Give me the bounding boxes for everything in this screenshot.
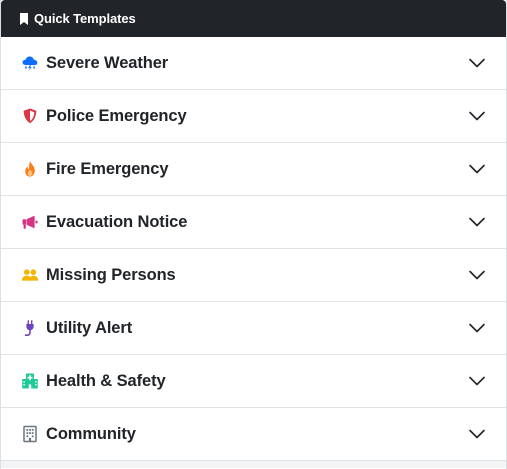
chevron-down-icon[interactable] xyxy=(468,107,486,125)
chevron-down-icon[interactable] xyxy=(468,160,486,178)
storm-cloud-icon xyxy=(21,54,39,72)
plug-icon xyxy=(21,319,39,337)
template-item-severe-weather[interactable]: Severe Weather xyxy=(1,37,506,90)
panel-header: Quick Templates xyxy=(1,0,506,37)
building-icon xyxy=(21,425,39,443)
template-label: Health & Safety xyxy=(46,371,166,390)
fire-icon xyxy=(21,160,39,178)
megaphone-icon xyxy=(21,213,39,231)
chevron-down-icon[interactable] xyxy=(468,54,486,72)
template-item-missing-persons[interactable]: Missing Persons xyxy=(1,249,506,302)
template-item-utility-alert[interactable]: Utility Alert xyxy=(1,302,506,355)
hospital-icon xyxy=(21,372,39,390)
panel-footer xyxy=(1,461,506,468)
chevron-down-icon[interactable] xyxy=(468,372,486,390)
template-label: Evacuation Notice xyxy=(46,212,188,231)
template-label: Utility Alert xyxy=(46,318,133,337)
template-label: Community xyxy=(46,424,136,443)
people-icon xyxy=(21,266,39,284)
template-label: Severe Weather xyxy=(46,53,169,72)
chevron-down-icon[interactable] xyxy=(468,319,486,337)
template-label: Fire Emergency xyxy=(46,159,169,178)
chevron-down-icon[interactable] xyxy=(468,266,486,284)
template-label: Police Emergency xyxy=(46,106,187,125)
quick-templates-panel: Quick Templates Severe Weather Police Em… xyxy=(0,0,507,469)
shield-icon xyxy=(21,107,39,125)
template-item-police-emergency[interactable]: Police Emergency xyxy=(1,90,506,143)
chevron-down-icon[interactable] xyxy=(468,213,486,231)
panel-title: Quick Templates xyxy=(34,11,136,26)
template-item-community[interactable]: Community xyxy=(1,408,506,461)
chevron-down-icon[interactable] xyxy=(468,425,486,443)
template-item-evacuation-notice[interactable]: Evacuation Notice xyxy=(1,196,506,249)
bookmark-icon xyxy=(18,12,30,26)
template-item-fire-emergency[interactable]: Fire Emergency xyxy=(1,143,506,196)
template-label: Missing Persons xyxy=(46,265,176,284)
template-item-health-safety[interactable]: Health & Safety xyxy=(1,355,506,408)
